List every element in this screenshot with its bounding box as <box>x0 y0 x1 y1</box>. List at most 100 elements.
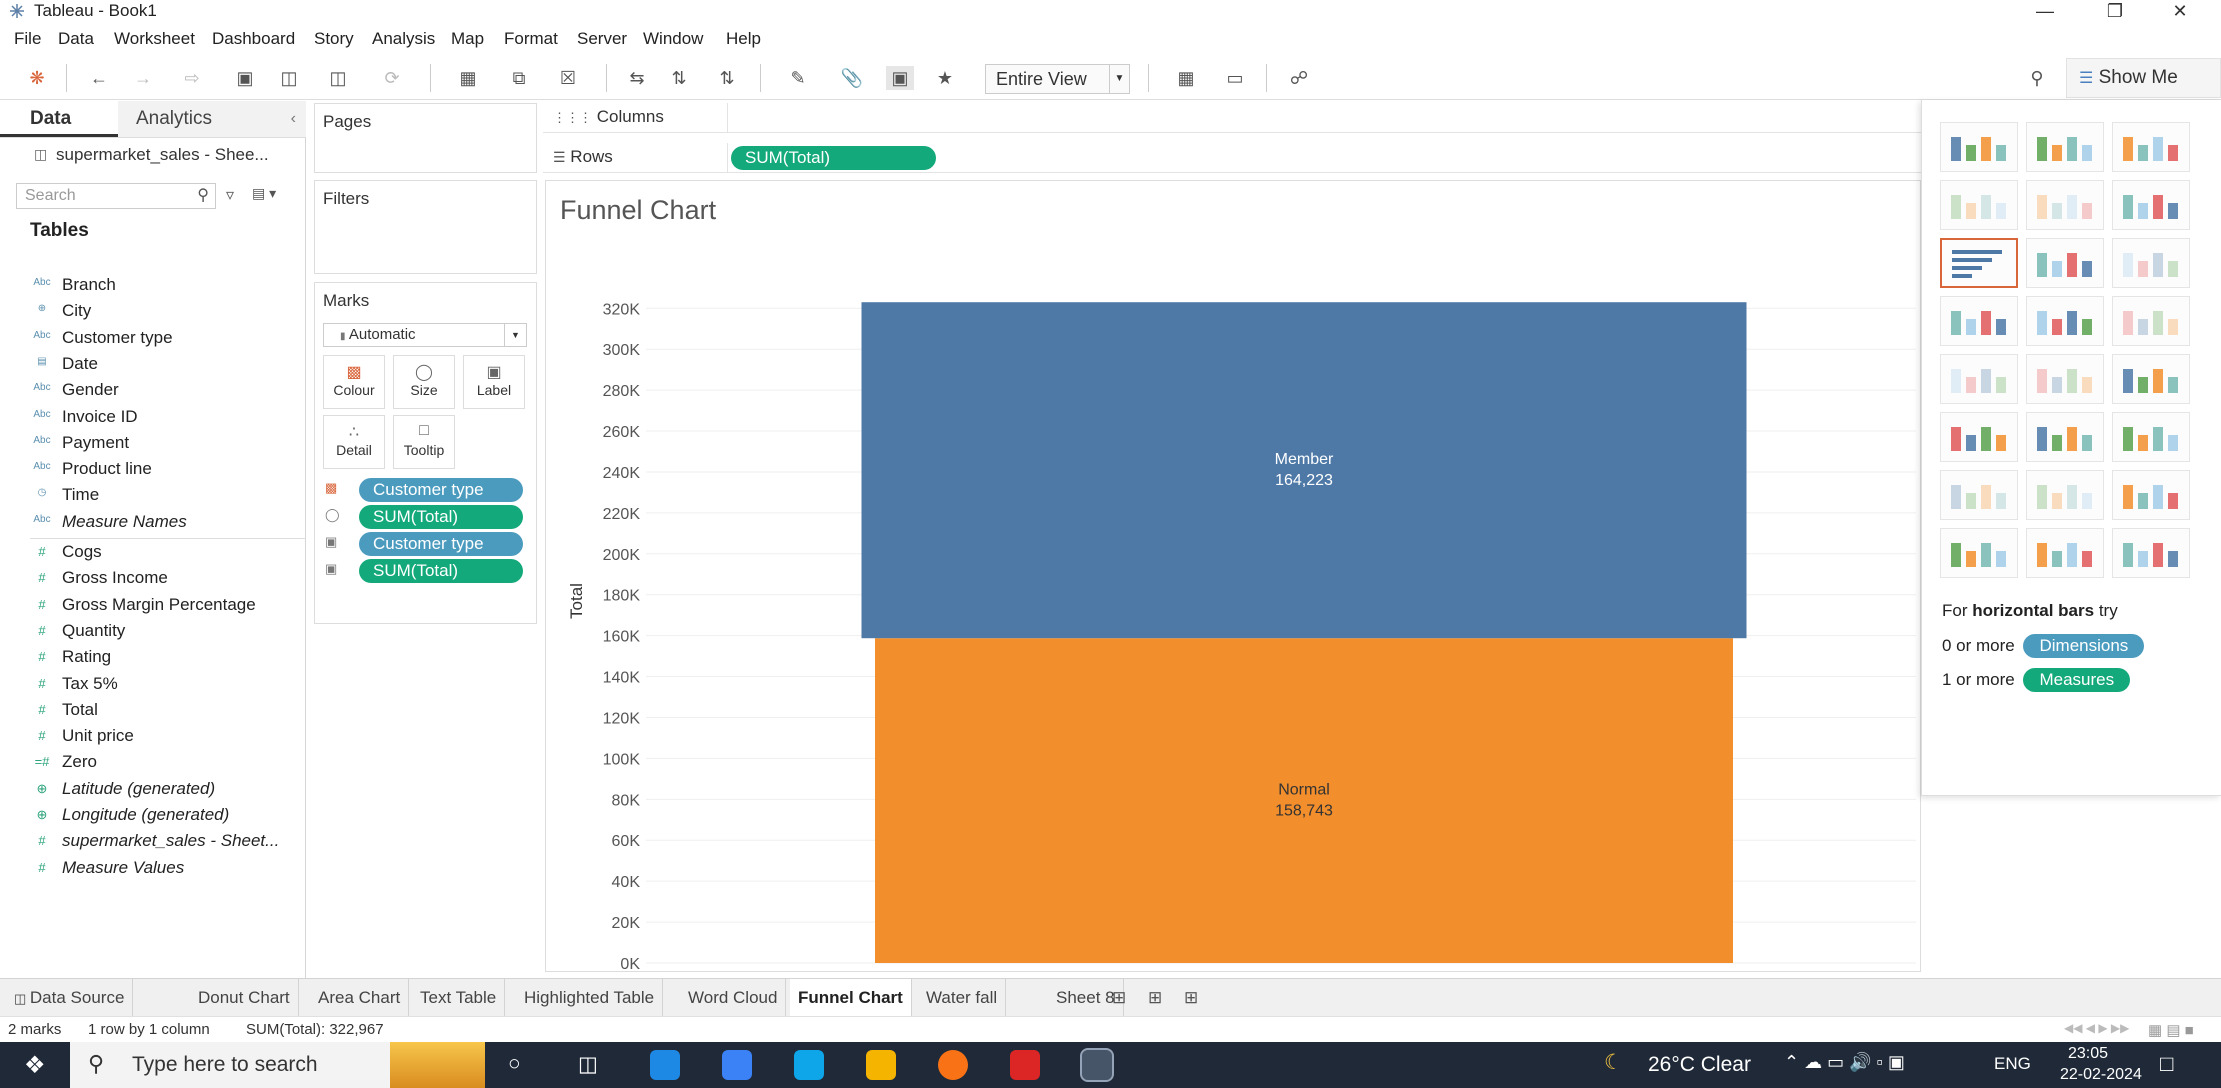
menu-data[interactable]: Data <box>58 29 94 49</box>
marks-pill-customer-type-colour[interactable]: Customer type <box>359 478 523 502</box>
field-product-line[interactable]: Abc Product line <box>0 457 300 483</box>
chart-type-thumbnail[interactable] <box>1940 122 2018 172</box>
chart-type-thumbnail[interactable] <box>1940 180 2018 230</box>
tab-highlighted-table[interactable]: Highlighted Table <box>516 979 664 1017</box>
new-datasource-icon[interactable]: ◫ <box>276 66 302 90</box>
sort-ascending-icon[interactable]: ⇅ <box>666 66 692 90</box>
chart-type-thumbnail[interactable] <box>2112 238 2190 288</box>
chart-type-thumbnail[interactable] <box>2112 470 2190 520</box>
collapse-icon[interactable]: ‹ <box>291 101 296 137</box>
marks-pill-customer-type-label[interactable]: Customer type <box>359 532 523 556</box>
clock-time[interactable]: 23:05 <box>2068 1045 2108 1063</box>
chart-type-thumbnail[interactable] <box>2112 354 2190 404</box>
tab-analytics[interactable]: Analytics ‹ <box>118 101 306 137</box>
view-mode-select[interactable]: Entire View ▼ <box>985 64 1130 94</box>
chart-type-thumbnail[interactable] <box>2112 180 2190 230</box>
field-quantity[interactable]: # Quantity <box>0 619 300 645</box>
cortana-icon[interactable]: ○ <box>508 1052 521 1076</box>
field-customer-type[interactable]: Abc Customer type <box>0 326 300 352</box>
highlight-icon[interactable]: ✎ <box>778 66 818 90</box>
share-icon[interactable]: ☍ <box>1286 66 1312 90</box>
filter-icon[interactable]: ▿ <box>226 185 234 205</box>
tab-word-cloud[interactable]: Word Cloud <box>680 979 787 1017</box>
chart-type-thumbnail[interactable] <box>1940 296 2018 346</box>
field-search-input[interactable]: Search ⚲ <box>16 183 216 209</box>
sheet-nav-icon[interactable]: ◀◀ ◀ ▶ ▶▶ <box>2064 1021 2129 1035</box>
menu-file[interactable]: File <box>14 29 41 49</box>
tableau-taskbar-icon[interactable] <box>1080 1048 1114 1082</box>
duplicate-icon[interactable]: ⧉ <box>506 66 532 90</box>
group-icon[interactable]: 📎 <box>832 66 872 90</box>
chart-type-thumbnail[interactable] <box>1940 470 2018 520</box>
bar-normal[interactable] <box>875 638 1733 963</box>
minimize-button[interactable]: — <box>2015 0 2075 22</box>
field-measure-values[interactable]: # Measure Values <box>0 856 300 882</box>
chart-type-thumbnail[interactable] <box>2026 412 2104 462</box>
chart-type-thumbnail[interactable] <box>2026 470 2104 520</box>
menu-server[interactable]: Server <box>577 29 627 49</box>
menu-analysis[interactable]: Analysis <box>372 29 435 49</box>
label-button[interactable]: ▣ Label <box>463 355 525 409</box>
tab-water-fall[interactable]: Water fall <box>918 979 1007 1017</box>
refresh-icon[interactable]: ⟳ <box>372 66 412 90</box>
clear-sheet-icon[interactable]: ☒ <box>548 66 588 90</box>
new-story-icon[interactable]: ⊞ <box>1184 988 1198 1008</box>
field-supermarket-sales-sheet[interactable]: # supermarket_sales - Sheet... <box>0 829 300 855</box>
pages-card[interactable]: Pages <box>314 103 537 173</box>
field-gross-income[interactable]: # Gross Income <box>0 566 300 592</box>
field-date[interactable]: ▤ Date <box>0 352 300 378</box>
chart-type-thumbnail[interactable] <box>1940 238 2018 288</box>
chart-type-thumbnail[interactable] <box>2026 528 2104 578</box>
colour-button[interactable]: ▩ Colour <box>323 355 385 409</box>
show-cards-icon[interactable]: ▦ <box>1164 66 1208 90</box>
chart-type-thumbnail[interactable] <box>1940 528 2018 578</box>
rows-pill-sum-total[interactable]: SUM(Total) <box>731 146 936 170</box>
field-longitude-generated[interactable]: ⊕ Longitude (generated) <box>0 803 300 829</box>
field-gender[interactable]: Abc Gender <box>0 378 300 404</box>
field-unit-price[interactable]: # Unit price <box>0 724 300 750</box>
tableau-home-icon[interactable]: ❋ <box>24 66 50 90</box>
menu-help[interactable]: Help <box>726 29 761 49</box>
detail-button[interactable]: ∴ Detail <box>323 415 385 469</box>
pause-updates-icon[interactable]: ◫ <box>318 66 358 90</box>
tooltip-button[interactable]: □ Tooltip <box>393 415 455 469</box>
new-dashboard-icon[interactable]: ⊞ <box>1148 988 1162 1008</box>
chart-type-thumbnail[interactable] <box>2112 296 2190 346</box>
marks-pill-sum-total-label[interactable]: SUM(Total) <box>359 559 523 583</box>
show-me-button[interactable]: ☰ Show Me <box>2066 58 2221 98</box>
chart-type-thumbnail[interactable] <box>1940 412 2018 462</box>
save-icon[interactable]: ▣ <box>232 66 258 90</box>
task-view-icon[interactable]: ◫ <box>578 1052 598 1077</box>
new-worksheet-icon[interactable]: ▦ <box>448 66 488 90</box>
sort-descending-icon[interactable]: ⇅ <box>714 66 740 90</box>
file-explorer-icon[interactable] <box>866 1050 896 1080</box>
chart-type-thumbnail[interactable] <box>2026 354 2104 404</box>
tab-area-chart[interactable]: Area Chart <box>310 979 410 1017</box>
field-branch[interactable]: Abc Branch <box>0 273 300 299</box>
chart-type-thumbnail[interactable] <box>2026 296 2104 346</box>
menu-story[interactable]: Story <box>314 29 354 49</box>
menu-format[interactable]: Format <box>504 29 558 49</box>
undo-icon[interactable]: ← <box>86 66 112 90</box>
restore-button[interactable]: ❐ <box>2085 0 2145 22</box>
menu-map[interactable]: Map <box>451 29 484 49</box>
field-city[interactable]: ⊕ City <box>0 299 300 325</box>
taskbar-search[interactable]: ⚲ Type here to search <box>70 1042 485 1088</box>
show-labels-icon[interactable]: ▣ <box>886 66 914 90</box>
chart-type-thumbnail[interactable] <box>2026 238 2104 288</box>
filters-card[interactable]: Filters <box>314 180 537 274</box>
mail-icon[interactable] <box>794 1050 824 1080</box>
field-payment[interactable]: Abc Payment <box>0 431 300 457</box>
replay-icon[interactable]: ⇨ <box>172 66 212 90</box>
fix-axes-icon[interactable]: ★ <box>932 66 958 90</box>
swap-icon[interactable]: ⇆ <box>624 66 650 90</box>
format-painter-icon[interactable]: ⚲ <box>2024 66 2050 90</box>
field-tax-5[interactable]: # Tax 5% <box>0 672 300 698</box>
marks-pill-sum-total-size[interactable]: SUM(Total) <box>359 505 523 529</box>
tab-donut-chart[interactable]: Donut Chart <box>190 979 299 1017</box>
new-worksheet-icon[interactable]: ⊞ <box>1112 988 1126 1008</box>
rows-shelf[interactable]: ☰ Rows SUM(Total) <box>543 143 1921 173</box>
language-indicator[interactable]: ENG <box>1994 1054 2031 1074</box>
field-time[interactable]: ◷ Time <box>0 483 300 509</box>
windows-start-icon[interactable]: ❖ <box>24 1051 46 1080</box>
